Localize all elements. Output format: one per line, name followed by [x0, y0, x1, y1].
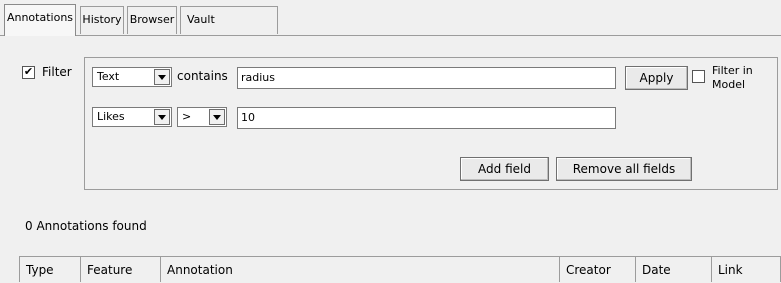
chevron-down-icon[interactable]	[154, 69, 170, 85]
operator-select-2[interactable]: >	[177, 107, 227, 127]
filter-enabled-checkbox[interactable]: ✔	[22, 66, 35, 79]
remove-all-fields-button[interactable]: Remove all fields	[556, 157, 692, 181]
field-select-2[interactable]: Likes	[92, 107, 172, 127]
tab-bar: Annotations History Browser Vault	[0, 0, 781, 43]
field-select-2-value: Likes	[97, 110, 125, 123]
filter-in-model-label: Filter in Model	[712, 64, 753, 92]
operator-select-2-value: >	[182, 110, 192, 123]
filter-label: Filter	[42, 65, 72, 79]
contains-label: contains	[177, 69, 228, 83]
column-header-type[interactable]: Type	[19, 257, 80, 282]
annotations-found-text: 0 Annotations found	[25, 219, 147, 233]
tab-history[interactable]: History	[80, 6, 124, 34]
tab-browser[interactable]: Browser	[127, 6, 177, 34]
field-select-1-value: Text	[97, 70, 120, 83]
column-header-annotation[interactable]: Annotation	[160, 257, 578, 282]
annotations-table-header: Type Feature Annotation Creator Date Lin…	[19, 256, 781, 282]
filter-value-input-2[interactable]: 10	[237, 107, 616, 129]
filter-in-model-checkbox[interactable]	[692, 70, 705, 83]
column-header-link[interactable]: Link	[711, 257, 781, 282]
tab-annotations[interactable]: Annotations	[4, 4, 76, 36]
column-header-date[interactable]: Date	[635, 257, 711, 282]
field-select-1[interactable]: Text	[92, 67, 172, 87]
filter-in-model-label-line2: Model	[712, 78, 746, 91]
column-header-creator[interactable]: Creator	[559, 257, 635, 282]
chevron-down-icon[interactable]	[154, 109, 170, 125]
apply-button[interactable]: Apply	[625, 66, 688, 90]
add-field-button[interactable]: Add field	[460, 157, 549, 181]
filter-in-model-label-line1: Filter in	[712, 64, 753, 77]
filter-value-input-1[interactable]: radius	[237, 67, 616, 89]
tab-divider	[0, 35, 781, 36]
chevron-down-icon[interactable]	[209, 109, 225, 125]
column-header-feature[interactable]: Feature	[80, 257, 160, 282]
tab-vault[interactable]: Vault	[180, 6, 278, 34]
